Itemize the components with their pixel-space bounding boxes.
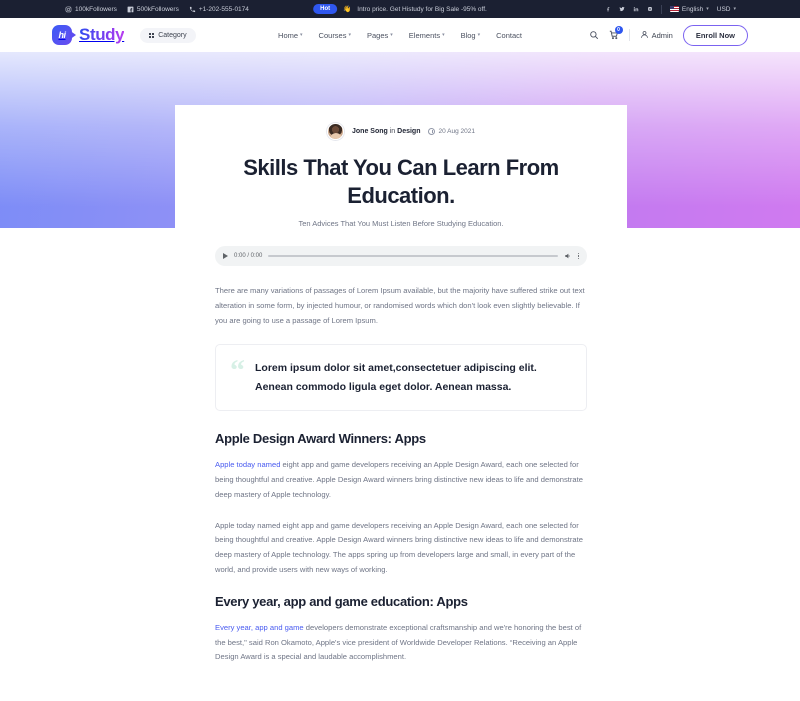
post-author-in: in — [389, 128, 396, 135]
cart-count-badge: 0 — [614, 26, 623, 34]
twitter-icon[interactable] — [619, 6, 625, 12]
nav-item-home[interactable]: Home ▾ — [278, 31, 303, 40]
post-author-name: Jone Song — [352, 128, 388, 135]
section-1-paragraph-2: Apple today named eight app and game dev… — [215, 520, 583, 574]
audio-more-options-icon[interactable] — [577, 252, 579, 260]
language-label: English — [681, 5, 704, 13]
facebook-icon[interactable] — [605, 6, 611, 12]
top-announcement-bar: 100kFollowers 500kFollowers +1-202-555-0… — [0, 0, 800, 18]
nav-item-elements[interactable]: Elements ▾ — [409, 31, 445, 40]
linkedin-icon[interactable] — [633, 6, 639, 12]
chevron-down-icon: ▾ — [390, 32, 393, 38]
post-author-line: Jone Song in Design — [352, 128, 420, 135]
enroll-now-button[interactable]: Enroll Now — [682, 24, 748, 46]
post-meta: Jone Song in Design 20 Aug 2021 — [215, 123, 587, 140]
chevron-down-icon: ▾ — [300, 32, 303, 38]
audio-progress-slider[interactable] — [268, 255, 558, 257]
topbar-instagram-followers[interactable]: 100kFollowers — [65, 6, 117, 13]
page-title: Skills That You Can Learn From Education… — [243, 155, 559, 208]
grid-icon — [149, 32, 155, 38]
chevron-down-icon: ▾ — [348, 32, 352, 38]
account-button[interactable]: Admin — [640, 30, 673, 41]
nav-label-pages: Pages — [367, 30, 389, 40]
audio-player[interactable]: 0:00 / 0:00 — [215, 246, 587, 266]
section-2-link[interactable]: Every year, app and game — [215, 623, 304, 632]
topbar-instagram-label: 100kFollowers — [75, 5, 117, 13]
chevron-down-icon: ▾ — [442, 32, 445, 38]
wave-emoji-icon: 👋 — [343, 6, 352, 13]
currency-selector[interactable]: USD ▾ — [717, 6, 736, 13]
topbar-facebook-followers[interactable]: 500kFollowers — [127, 6, 179, 13]
avatar — [327, 123, 344, 140]
us-flag-icon — [669, 6, 679, 12]
search-icon[interactable] — [589, 30, 599, 40]
chevron-down-icon: ▾ — [477, 32, 481, 38]
nav-item-courses[interactable]: Courses ▾ — [319, 31, 351, 40]
logo-wordmark: Study — [79, 25, 125, 44]
post-date: 20 Aug 2021 — [428, 128, 475, 135]
clock-icon — [428, 128, 436, 135]
nav-label-blog: Blog — [460, 30, 476, 40]
logo-link[interactable]: hi Study — [52, 25, 125, 45]
topbar-right-group: English ▾ USD ▾ — [605, 4, 788, 14]
main-navigation: Home ▾ Courses ▾ Pages ▾ Elements ▾ Blog… — [278, 31, 522, 40]
topbar-contact-group: 100kFollowers 500kFollowers +1-202-555-0… — [12, 6, 249, 13]
topbar-promo[interactable]: Hot 👋 Intro price. Get Histudy for Big S… — [313, 4, 487, 14]
topbar-phone[interactable]: +1-202-555-0174 — [189, 6, 249, 13]
cart-icon[interactable]: 0 — [609, 26, 623, 40]
volume-icon[interactable] — [564, 252, 572, 260]
section-1-paragraph-1: Apple today named eight app and game dev… — [215, 458, 587, 502]
logo-mark-text: hi — [58, 29, 67, 40]
category-button[interactable]: Category — [140, 27, 196, 43]
user-icon — [640, 30, 649, 41]
topbar-phone-label: +1-202-555-0174 — [198, 5, 249, 13]
phone-icon — [189, 6, 196, 13]
instagram-icon — [65, 6, 72, 13]
hot-badge: Hot — [313, 4, 338, 14]
audio-time-label: 0:00 / 0:00 — [234, 253, 263, 259]
topbar-facebook-label: 500kFollowers — [136, 5, 179, 13]
blockquote: “ Lorem ipsum dolor sit amet,consectetue… — [215, 344, 587, 412]
nav-item-contact[interactable]: Contact — [496, 31, 522, 40]
section-1-link[interactable]: Apple today named — [215, 460, 280, 469]
post-category[interactable]: Design — [397, 128, 420, 135]
post-intro-paragraph: There are many variations of passages of… — [215, 286, 585, 325]
quote-mark-icon: “ — [230, 354, 245, 388]
currency-label: USD — [716, 5, 731, 13]
logo-mark-icon: hi — [52, 25, 76, 45]
play-triangle-icon — [69, 30, 76, 40]
category-button-label: Category — [158, 31, 187, 39]
instagram-icon[interactable] — [647, 6, 653, 12]
post-date-label: 20 Aug 2021 — [438, 128, 475, 135]
nav-item-pages[interactable]: Pages ▾ — [367, 31, 393, 40]
nav-label-elements: Elements — [408, 30, 441, 40]
topbar-promo-text: Intro price. Get Histudy for Big Sale -9… — [357, 5, 487, 13]
nav-label-home: Home — [278, 30, 299, 40]
section-2-paragraph-1: Every year, app and game developers demo… — [215, 621, 587, 665]
header-divider — [628, 29, 630, 41]
section-heading-1: Apple Design Award Winners: Apps — [215, 431, 426, 447]
post-content-card: Jone Song in Design 20 Aug 2021 Skills T… — [175, 105, 627, 701]
nav-label-contact: Contact — [496, 30, 522, 40]
chevron-down-icon: ▾ — [733, 6, 736, 12]
site-header: hi Study Category Home ▾ Courses ▾ Pages… — [0, 18, 800, 52]
brand-group: hi Study Category — [52, 25, 196, 45]
topbar-social-links — [605, 6, 653, 12]
nav-item-blog[interactable]: Blog ▾ — [461, 31, 481, 40]
language-selector[interactable]: English ▾ — [669, 5, 709, 13]
topbar-divider — [660, 4, 662, 14]
section-heading-2: Every year, app and game education: Apps — [215, 593, 468, 609]
chevron-down-icon: ▾ — [706, 6, 709, 12]
nav-label-courses: Courses — [318, 30, 347, 40]
post-subtitle: Ten Advices That You Must Listen Before … — [298, 219, 504, 228]
facebook-icon — [127, 6, 134, 13]
account-label: Admin — [651, 30, 673, 40]
blockquote-text: Lorem ipsum dolor sit amet,consectetuer … — [255, 362, 537, 393]
play-icon[interactable] — [223, 253, 228, 259]
header-actions: 0 Admin Enroll Now — [589, 24, 748, 46]
